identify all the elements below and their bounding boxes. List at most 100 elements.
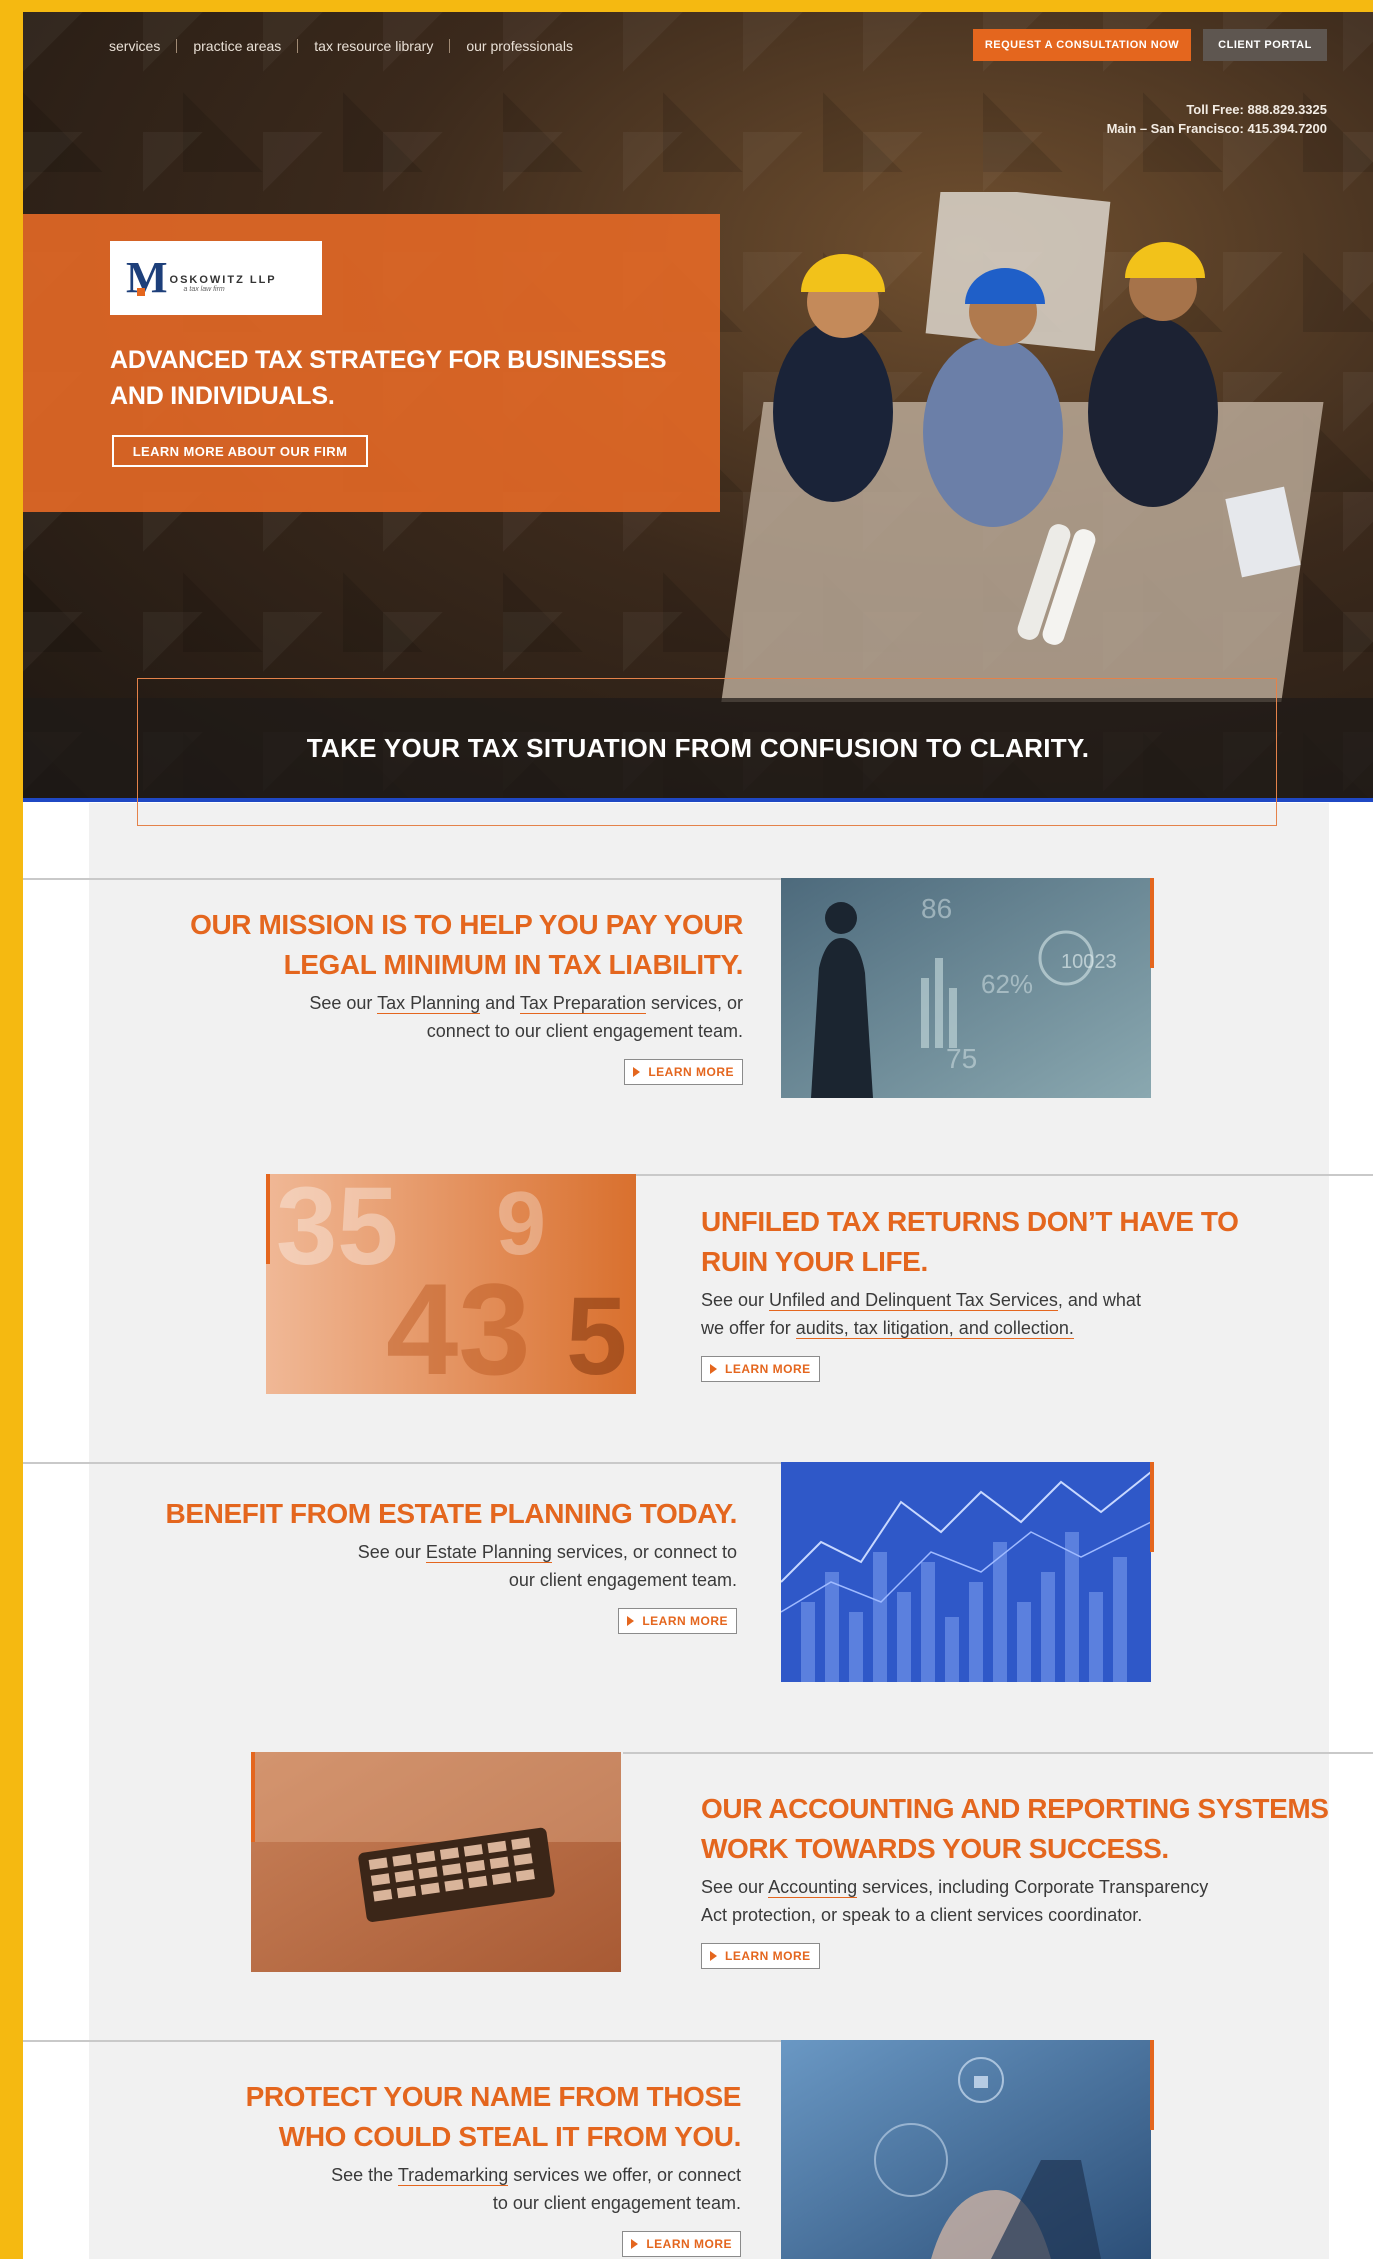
section-accounting: OUR ACCOUNTING AND REPORTING SYSTEMS WOR…	[701, 1789, 1361, 1969]
logo-m-mark: M	[126, 253, 168, 302]
nav-divider	[297, 39, 299, 53]
logo-tagline: a tax law firm	[183, 285, 225, 293]
learn-more-wrap: LEARN MORE	[143, 1608, 737, 1634]
hero-bottom-rule	[23, 798, 1373, 802]
section-rule	[23, 2040, 783, 2042]
section-rule	[23, 878, 783, 880]
hero-photo-construction-workers	[721, 192, 1324, 702]
estate-image-bar-chart	[781, 1462, 1151, 1682]
mission-title-line2: LEGAL MINIMUM IN TAX LIABILITY.	[283, 949, 744, 980]
page: services practice areas tax resource lib…	[23, 12, 1373, 2259]
section-rule	[623, 1752, 1373, 1754]
decor-numeral: 43	[386, 1256, 531, 1394]
decor-numeral: 9	[496, 1174, 546, 1274]
learn-more-label: LEARN MORE	[642, 1614, 728, 1628]
mission-description: See our Tax Planning and Tax Preparation…	[143, 989, 743, 1045]
trademark-learn-more-button[interactable]: LEARN MORE	[622, 2231, 741, 2257]
firm-logo[interactable]: M OSKOWITZ LLP a tax law firm	[110, 241, 322, 315]
logo-name: OSKOWITZ LLP	[169, 273, 277, 286]
desc-text: See our	[357, 1542, 426, 1562]
learn-more-label: LEARN MORE	[725, 1362, 811, 1376]
tax-planning-link[interactable]: Tax Planning	[377, 993, 481, 1014]
nav-tax-resource-library[interactable]: tax resource library	[314, 38, 433, 54]
tax-preparation-link[interactable]: Tax Preparation	[519, 993, 646, 1014]
image-accent	[1150, 2040, 1154, 2130]
learn-more-wrap: LEARN MORE	[701, 1356, 1341, 1382]
desc-text: to our client engagement team.	[492, 2193, 741, 2213]
section-unfiled: UNFILED TAX RETURNS DON’T HAVE TO RUIN Y…	[701, 1202, 1341, 1382]
desc-text: See our	[701, 1877, 769, 1897]
mission-learn-more-button[interactable]: LEARN MORE	[624, 1059, 743, 1085]
section-estate: BENEFIT FROM ESTATE PLANNING TODAY. See …	[143, 1494, 737, 1634]
estate-learn-more-button[interactable]: LEARN MORE	[618, 1608, 737, 1634]
mission-title-line1: OUR MISSION IS TO HELP YOU PAY YOUR	[190, 909, 743, 940]
nav-services[interactable]: services	[109, 38, 160, 54]
accounting-image-calculator	[251, 1752, 621, 1972]
learn-more-label: LEARN MORE	[646, 2237, 732, 2251]
nav-our-professionals[interactable]: our professionals	[466, 38, 573, 54]
section-trademark: PROTECT YOUR NAME FROM THOSE WHO COULD S…	[143, 2077, 741, 2257]
unfiled-delinquent-link[interactable]: Unfiled and Delinquent Tax Services	[769, 1290, 1058, 1311]
learn-more-wrap: LEARN MORE	[701, 1943, 1361, 1969]
hero-headline: ADVANCED TAX STRATEGY FOR BUSINESSES AND…	[110, 346, 667, 410]
desc-text: services, or connect to	[551, 1542, 737, 1562]
desc-text: we offer for	[701, 1318, 796, 1338]
client-portal-button[interactable]: CLIENT PORTAL	[1203, 29, 1327, 61]
decor-numeral: 5	[566, 1275, 627, 1394]
desc-text: , and what	[1057, 1290, 1141, 1310]
nav-practice-areas[interactable]: practice areas	[193, 38, 281, 54]
desc-text: services, or	[645, 993, 743, 1013]
learn-more-wrap: LEARN MORE	[143, 2231, 741, 2257]
image-accent	[266, 1174, 270, 1264]
request-consultation-button[interactable]: REQUEST A CONSULTATION NOW	[973, 29, 1191, 61]
play-icon	[710, 1951, 717, 1961]
nav-divider	[176, 39, 178, 53]
nav-divider	[449, 39, 451, 53]
hero-banner: services practice areas tax resource lib…	[23, 12, 1373, 802]
accounting-title-line2: WORK TOWARDS YOUR SUCCESS.	[701, 1833, 1169, 1864]
lock-icon	[974, 2076, 988, 2088]
play-icon	[710, 1364, 717, 1374]
unfiled-title-line2: RUIN YOUR LIFE.	[701, 1246, 928, 1277]
play-icon	[627, 1616, 635, 1626]
image-accent	[1150, 1462, 1154, 1552]
trademark-title-line1: PROTECT YOUR NAME FROM THOSE	[245, 2081, 742, 2112]
play-icon	[633, 1067, 641, 1077]
mission-image-number: 86	[921, 893, 952, 924]
learn-more-wrap: LEARN MORE	[143, 1059, 743, 1085]
mission-image-businessman-data: 86 62% 10023 75	[781, 878, 1151, 1098]
accounting-learn-more-button[interactable]: LEARN MORE	[701, 1943, 820, 1969]
section-rule	[633, 1174, 1373, 1176]
mission-image-number: 10023	[1061, 951, 1117, 973]
desc-text: Act protection, or speak to a client ser…	[701, 1905, 1143, 1925]
trademark-title-line2: WHO COULD STEAL IT FROM YOU.	[278, 2121, 742, 2152]
section-mission: OUR MISSION IS TO HELP YOU PAY YOUR LEGA…	[143, 905, 743, 1085]
hero-orange-panel: M OSKOWITZ LLP a tax law firm ADVANCED T…	[23, 214, 720, 512]
hero-tagline: TAKE YOUR TAX SITUATION FROM CONFUSION T…	[306, 732, 1090, 763]
accounting-description: See our Accounting services, including C…	[701, 1873, 1361, 1929]
desc-text: See our	[701, 1290, 770, 1310]
tagline-band: TAKE YOUR TAX SITUATION FROM CONFUSION T…	[23, 698, 1373, 798]
section-rule	[23, 1462, 783, 1464]
trademark-description: See the Trademarking services we offer, …	[143, 2161, 741, 2217]
desc-text: our client engagement team.	[508, 1570, 737, 1590]
desc-text: connect to our client engagement team.	[426, 1021, 743, 1041]
learn-more-about-firm-button[interactable]: LEARN MORE ABOUT OUR FIRM	[112, 435, 368, 467]
contact-info: Toll Free: 888.829.3325 Main – San Franc…	[1107, 100, 1327, 138]
estate-title: BENEFIT FROM ESTATE PLANNING TODAY.	[165, 1498, 738, 1529]
learn-more-label: LEARN MORE	[725, 1949, 811, 1963]
estate-planning-link[interactable]: Estate Planning	[425, 1542, 552, 1563]
trademarking-link[interactable]: Trademarking	[397, 2165, 509, 2186]
main-phone[interactable]: Main – San Francisco: 415.394.7200	[1107, 119, 1327, 138]
audits-litigation-link[interactable]: audits, tax litigation, and collection.	[795, 1318, 1074, 1339]
unfiled-title-line1: UNFILED TAX RETURNS DON’T HAVE TO	[701, 1206, 1239, 1237]
unfiled-learn-more-button[interactable]: LEARN MORE	[701, 1356, 820, 1382]
decor-numeral: 35	[276, 1174, 398, 1288]
learn-more-label: LEARN MORE	[648, 1065, 734, 1079]
desc-text: services, including Corporate Transparen…	[857, 1877, 1209, 1897]
mission-image-number: 75	[946, 1043, 977, 1074]
play-icon	[631, 2239, 639, 2249]
toll-free-phone[interactable]: Toll Free: 888.829.3325	[1107, 100, 1327, 119]
desc-text: See the	[331, 2165, 398, 2185]
accounting-link[interactable]: Accounting	[768, 1877, 858, 1898]
